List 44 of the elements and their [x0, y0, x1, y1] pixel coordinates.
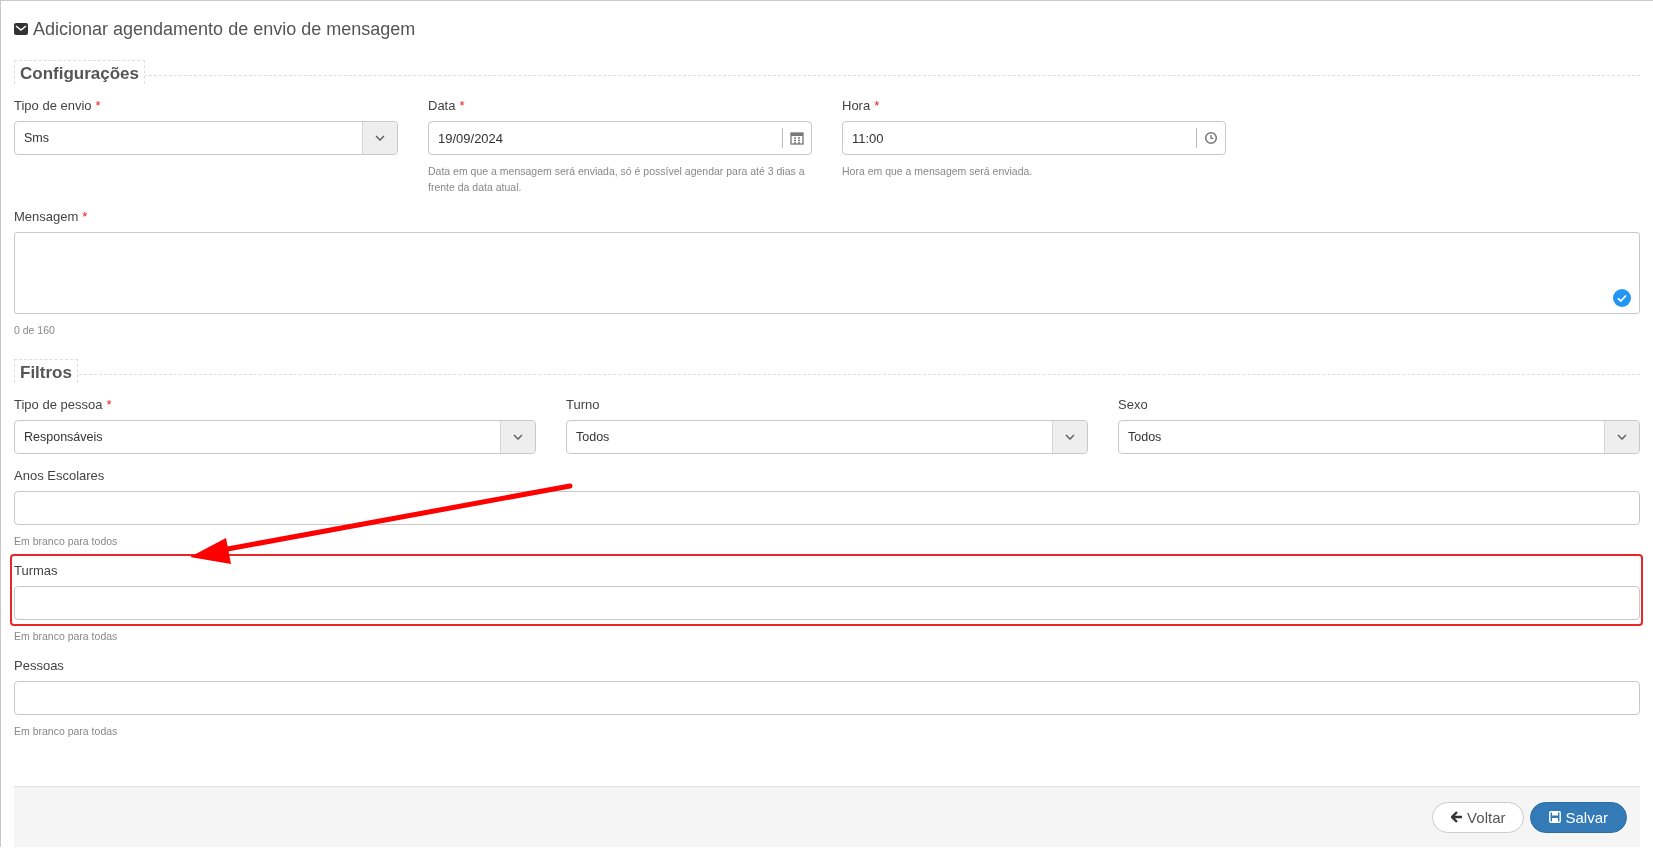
field-label: Tipo de envio: [14, 98, 92, 114]
input-field[interactable]: [14, 586, 1640, 620]
field-label: Turmas: [14, 563, 58, 579]
help-text: Em branco para todos: [14, 534, 119, 549]
message-textarea[interactable]: [14, 232, 1640, 314]
arrow-left-icon: [1451, 811, 1464, 823]
required-mark: *: [874, 98, 880, 112]
input-field[interactable]: 11:00: [842, 121, 1226, 155]
field-label: Data: [428, 98, 456, 114]
help-text: Em branco para todas: [14, 724, 119, 739]
section-heading: Configurações: [14, 60, 146, 84]
caret-icon: [375, 135, 385, 141]
field-label: Sexo: [1118, 397, 1148, 413]
clock-icon: [1204, 131, 1218, 145]
help-text: Data em que a mensagem será enviada, só é possível agendar para até 3 dias a frente da data atual.: [428, 164, 806, 195]
field-label: Turno: [566, 397, 600, 413]
required-mark: *: [106, 397, 112, 411]
dropdown[interactable]: Todos: [1118, 420, 1640, 454]
caret-icon: [1617, 434, 1627, 440]
required-mark: *: [82, 209, 88, 223]
envelope-icon: [14, 23, 28, 35]
input-field[interactable]: 19/09/2024: [428, 121, 812, 155]
input-field[interactable]: [14, 491, 1640, 525]
field-label: Hora: [842, 98, 871, 114]
field-label: Mensagem: [14, 209, 79, 225]
input-field[interactable]: [14, 681, 1640, 715]
help-text: Hora em que a mensagem será enviada.: [842, 164, 1034, 179]
required-mark: *: [459, 98, 465, 112]
dropdown[interactable]: Todos: [566, 420, 1088, 454]
section-heading: Filtros: [14, 359, 78, 383]
dropdown[interactable]: Sms: [14, 121, 398, 155]
calendar-icon: [790, 131, 804, 145]
field-label: Anos Escolares: [14, 468, 105, 484]
save-button[interactable]: Salvar: [1530, 801, 1627, 833]
field-label: Pessoas: [14, 658, 64, 674]
caret-icon: [513, 434, 523, 440]
field-label: Tipo de pessoa: [14, 397, 103, 413]
caret-icon: [1065, 434, 1075, 440]
back-button[interactable]: Voltar: [1432, 801, 1525, 833]
page-title: Adicionar agendamento de envio de mensagem: [33, 18, 416, 40]
required-mark: *: [95, 98, 101, 112]
help-text: 0 de 160: [14, 323, 56, 338]
dropdown[interactable]: Responsáveis: [14, 420, 536, 454]
help-text: Em branco para todas: [14, 629, 119, 644]
